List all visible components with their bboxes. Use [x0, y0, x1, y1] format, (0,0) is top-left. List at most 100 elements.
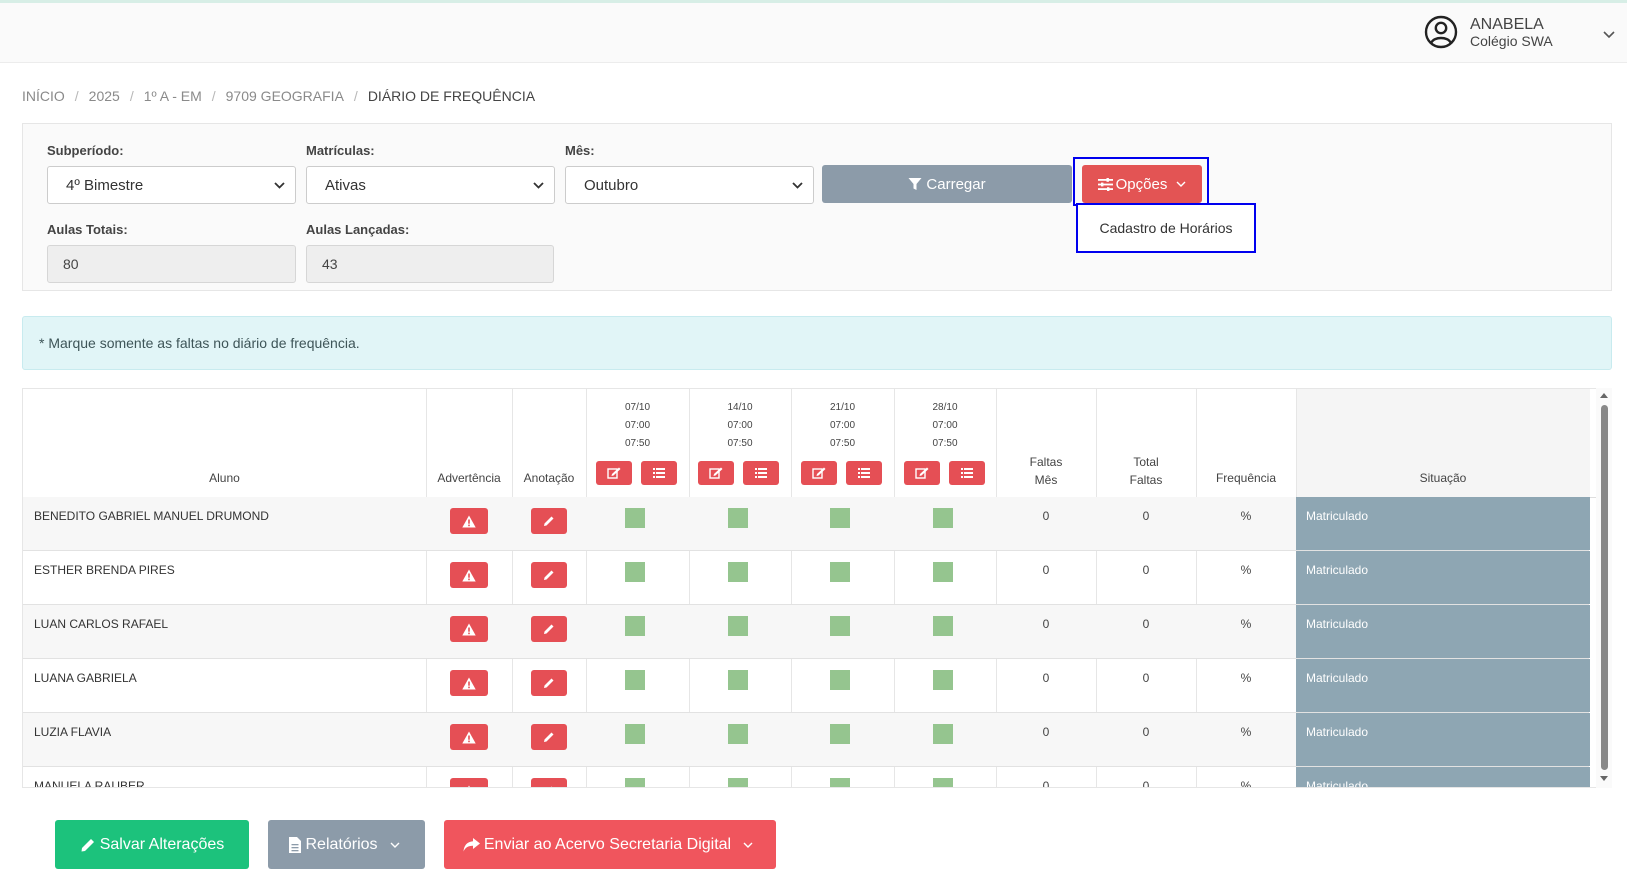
faltas-mes-value: 0 [1042, 671, 1050, 685]
relatorios-button[interactable]: Relatórios [268, 820, 425, 869]
chevron-down-icon [743, 842, 753, 848]
frequencia-value: % [1240, 779, 1252, 788]
advertencia-button[interactable] [450, 724, 488, 750]
list-lesson-button[interactable] [846, 461, 882, 485]
total-faltas-value: 0 [1142, 563, 1150, 577]
anotacao-button[interactable] [531, 562, 567, 588]
breadcrumb-separator: / [353, 88, 358, 104]
salvar-alteracoes-button[interactable]: Salvar Alterações [55, 820, 249, 869]
breadcrumb-class[interactable]: 1º A - EM [144, 88, 202, 104]
presence-checkbox[interactable] [830, 616, 850, 636]
warning-icon [462, 569, 476, 581]
presence-checkbox[interactable] [728, 508, 748, 528]
anotacao-button[interactable] [531, 778, 567, 787]
breadcrumb-current: DIÁRIO DE FREQUÊNCIA [367, 88, 536, 104]
warning-icon [462, 515, 476, 527]
student-name: ESTHER BRENDA PIRES [34, 563, 175, 577]
scrollbar-thumb[interactable] [1601, 405, 1608, 770]
edit-icon [812, 467, 826, 479]
edit-lesson-button[interactable] [904, 461, 940, 485]
opcoes-dropdown: Cadastro de Horários [1076, 203, 1256, 253]
breadcrumb-year[interactable]: 2025 [89, 88, 120, 104]
anotacao-button[interactable] [531, 670, 567, 696]
presence-checkbox[interactable] [830, 562, 850, 582]
advertencia-button[interactable] [450, 778, 488, 787]
advertencia-button[interactable] [450, 508, 488, 534]
faltas-mes-value: 0 [1042, 617, 1050, 631]
presence-checkbox[interactable] [933, 670, 953, 690]
presence-checkbox[interactable] [728, 724, 748, 744]
total-faltas-value: 0 [1142, 671, 1150, 685]
presence-checkbox[interactable] [625, 670, 645, 690]
edit-lesson-button[interactable] [596, 461, 632, 485]
anotacao-button[interactable] [531, 616, 567, 642]
presence-checkbox[interactable] [933, 778, 953, 787]
pencil-icon [544, 516, 554, 526]
table-row: BENEDITO GABRIEL MANUEL DRUMOND 0 0% Matric… [23, 497, 1590, 551]
list-lesson-button[interactable] [743, 461, 779, 485]
student-name: MANUELA RAUBER [34, 779, 145, 788]
faltas-mes-value: 0 [1042, 509, 1050, 523]
total-faltas-value: 0 [1142, 509, 1150, 523]
student-name: LUANA GABRIELA [34, 671, 137, 685]
scroll-up-icon[interactable] [1596, 390, 1612, 402]
presence-checkbox[interactable] [830, 508, 850, 528]
opcoes-button[interactable]: Opções [1082, 165, 1202, 203]
matriculas-select[interactable]: Ativas [306, 166, 555, 204]
header-advertencia: Advertência [437, 471, 501, 485]
list-lesson-button[interactable] [641, 461, 677, 485]
presence-checkbox[interactable] [625, 724, 645, 744]
table-row: LUAN CARLOS RAFAEL 0 0% Matriculado [23, 605, 1590, 659]
scroll-down-icon[interactable] [1596, 773, 1612, 785]
anotacao-button[interactable] [531, 724, 567, 750]
lesson-start: 07:00 [727, 420, 753, 431]
chevron-down-icon[interactable] [1603, 31, 1615, 39]
presence-checkbox[interactable] [830, 778, 850, 787]
lesson-header-3: 21/10 07:00 07:50 [791, 399, 894, 453]
presence-checkbox[interactable] [933, 616, 953, 636]
lesson-start: 07:00 [829, 420, 856, 431]
edit-lesson-button[interactable] [801, 461, 837, 485]
presence-checkbox[interactable] [728, 616, 748, 636]
presence-checkbox[interactable] [728, 670, 748, 690]
lesson-date: 14/10 [727, 402, 753, 413]
presence-checkbox[interactable] [625, 508, 645, 528]
presence-checkbox[interactable] [728, 562, 748, 582]
presence-checkbox[interactable] [625, 616, 645, 636]
list-lesson-button[interactable] [949, 461, 985, 485]
presence-checkbox[interactable] [625, 562, 645, 582]
anotacao-button[interactable] [531, 508, 567, 534]
advertencia-button[interactable] [450, 562, 488, 588]
presence-checkbox[interactable] [933, 508, 953, 528]
header-total-faltas: Total Faltas [1096, 453, 1196, 489]
mes-select[interactable]: Outubro [565, 166, 814, 204]
aulas-lancadas-label: Aulas Lançadas: [306, 222, 410, 237]
presence-checkbox[interactable] [933, 562, 953, 582]
subperiodo-select[interactable]: 4º Bimestre [47, 166, 296, 204]
presence-checkbox[interactable] [830, 724, 850, 744]
edit-lesson-button[interactable] [698, 461, 734, 485]
presence-checkbox[interactable] [933, 724, 953, 744]
advertencia-button[interactable] [450, 670, 488, 696]
enviar-acervo-button[interactable]: Enviar ao Acervo Secretaria Digital [444, 820, 776, 869]
attendance-table: Aluno Advertência Anotação 07/10 07:00 0… [22, 388, 1612, 788]
presence-checkbox[interactable] [625, 778, 645, 787]
breadcrumb-subject[interactable]: 9709 GEOGRAFIA [226, 88, 344, 104]
pencil-icon [544, 624, 554, 634]
situacao-value: Matriculado [1296, 497, 1590, 550]
table-row: ESTHER BRENDA PIRES 0 0% Matriculado [23, 551, 1590, 605]
relatorios-label: Relatórios [305, 835, 378, 853]
breadcrumb-inicio[interactable]: INÍCIO [22, 88, 65, 104]
user-menu[interactable]: ANABELA Colégio SWA [1424, 15, 1553, 49]
advertencia-button[interactable] [450, 616, 488, 642]
total-faltas-value: 0 [1142, 617, 1150, 631]
frequencia-value: % [1240, 671, 1252, 685]
carregar-button[interactable]: Carregar [822, 165, 1072, 203]
presence-checkbox[interactable] [830, 670, 850, 690]
chevron-down-icon [1176, 181, 1186, 187]
dropdown-item-cadastro-horarios[interactable]: Cadastro de Horários [1099, 220, 1232, 236]
presence-checkbox[interactable] [728, 778, 748, 787]
mes-label: Mês: [565, 143, 595, 158]
situacao-value: Matriculado [1296, 713, 1590, 766]
matriculas-label: Matrículas: [306, 143, 375, 158]
